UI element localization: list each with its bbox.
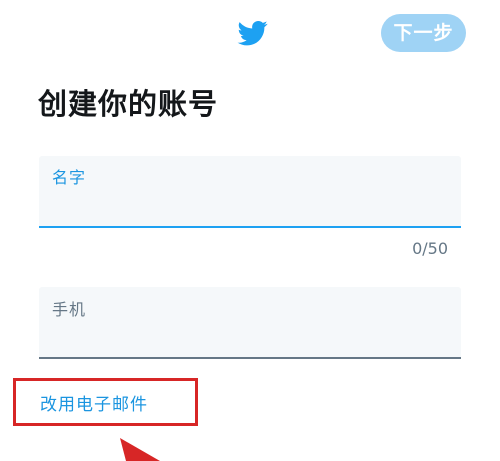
top-bar: 下一步 bbox=[0, 0, 500, 70]
name-field[interactable]: 名字 bbox=[39, 156, 461, 228]
name-char-counter: 0/50 bbox=[412, 239, 448, 258]
twitter-bird-icon bbox=[236, 18, 270, 48]
phone-field[interactable]: 手机 bbox=[39, 287, 461, 359]
annotation-highlight-box bbox=[13, 378, 198, 426]
phone-input[interactable] bbox=[52, 323, 448, 349]
phone-label: 手机 bbox=[52, 300, 87, 319]
name-label: 名字 bbox=[52, 168, 87, 187]
page-title: 创建你的账号 bbox=[38, 87, 219, 121]
name-input[interactable] bbox=[52, 192, 448, 218]
next-button[interactable]: 下一步 bbox=[381, 14, 466, 52]
